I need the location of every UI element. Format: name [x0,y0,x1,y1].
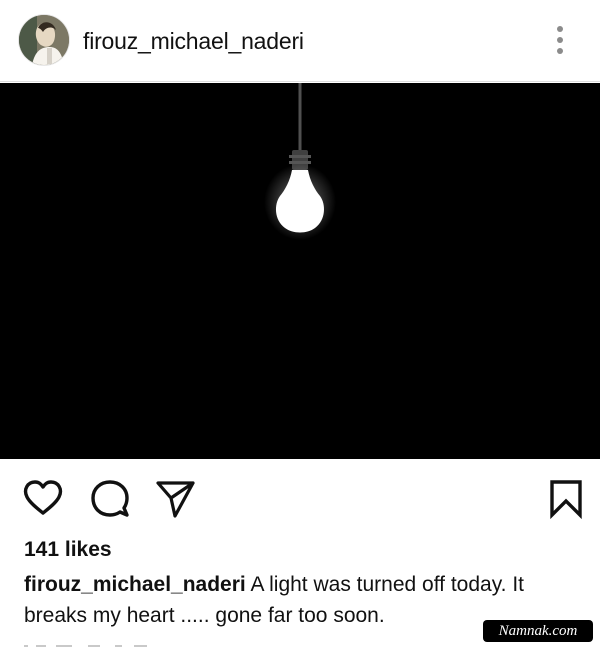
heart-icon[interactable] [21,477,65,521]
light-bulb-image [0,83,600,459]
post-actions [0,459,600,529]
instagram-post-screen: firouz_michael_naderi 141 likes firouz_m… [0,0,600,647]
post-username[interactable]: firouz_michael_naderi [83,27,304,55]
clipped-comments-line [24,640,164,647]
caption-username[interactable]: firouz_michael_naderi [24,573,246,596]
more-vertical-icon[interactable] [548,24,572,58]
likes-count[interactable]: 141 likes [24,537,112,563]
send-icon[interactable] [153,477,197,521]
post-image[interactable] [0,83,600,459]
post-header: firouz_michael_naderi [0,0,600,82]
bookmark-icon[interactable] [544,477,588,521]
comment-icon[interactable] [88,477,132,521]
avatar[interactable] [19,15,69,65]
watermark: Namnak.com [483,620,593,642]
profile-photo [19,15,69,65]
